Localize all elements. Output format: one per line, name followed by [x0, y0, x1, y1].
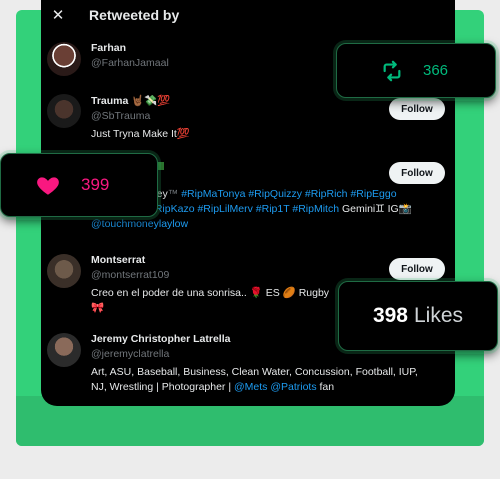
likes-total-label: Likes — [414, 304, 464, 327]
retweet-count: 366 — [423, 62, 449, 79]
likes-total-number: 398 — [372, 304, 408, 327]
avatar[interactable] — [47, 254, 81, 288]
likes-total-card: 398 Likes — [338, 281, 498, 351]
user-bio: Just Tryna Make It💯 — [91, 128, 190, 140]
user-bio: Art, ASU, Baseball, Business, Clean Wate… — [91, 366, 418, 393]
like-count-card: 399 — [0, 153, 158, 217]
list-item[interactable]: Trauma 🤘🏾💸💯 @SbTrauma Just Tryna Make It… — [47, 94, 445, 144]
panel-header: ✕ Retweeted by — [41, 0, 455, 30]
avatar[interactable] — [47, 42, 81, 76]
follow-button[interactable]: Follow — [389, 98, 445, 120]
follow-button[interactable]: Follow — [389, 162, 445, 184]
avatar[interactable] — [47, 333, 81, 367]
close-icon[interactable]: ✕ — [45, 6, 71, 24]
retweet-count-card: 366 — [336, 43, 496, 98]
retweet-icon — [383, 60, 401, 81]
page-title: Retweeted by — [89, 7, 180, 23]
avatar[interactable] — [47, 94, 81, 128]
like-count: 399 — [81, 175, 110, 194]
follow-button[interactable]: Follow — [389, 258, 445, 280]
heart-icon — [37, 177, 59, 195]
